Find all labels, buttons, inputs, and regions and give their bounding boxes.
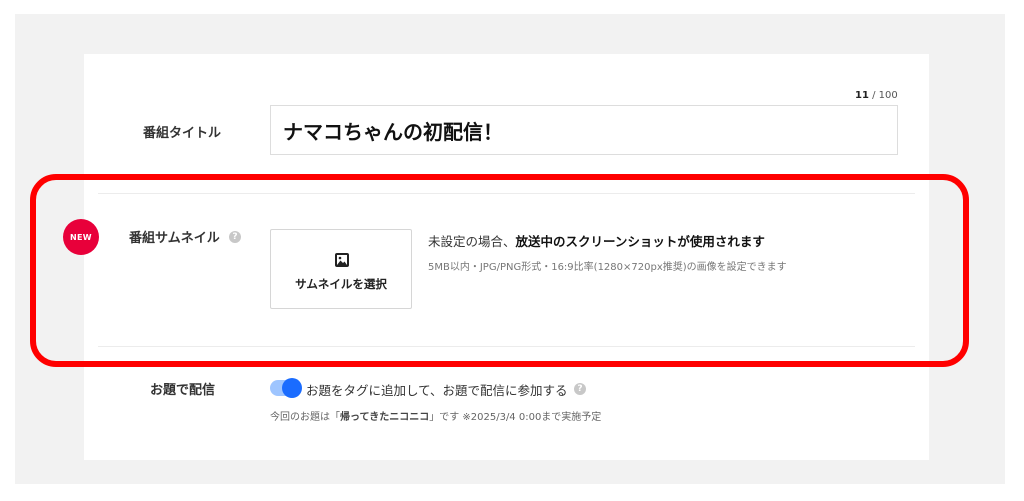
theme-note: 今回のお題は「帰ってきたニコニコ」です ※2025/3/4 0:00まで実施予定	[270, 408, 601, 423]
counter-separator: /	[868, 90, 879, 101]
note-theme-name: 帰ってきたニコニコ	[340, 412, 430, 423]
thumbnail-requirements: 5MB以内・JPG/PNG形式・16:9比率(1280×720px推奨)の画像を…	[428, 262, 787, 273]
program-title-input[interactable]	[270, 105, 898, 155]
program-title-label: 番組タイトル	[143, 126, 222, 141]
theme-toggle[interactable]	[270, 378, 302, 398]
toggle-knob	[282, 378, 302, 398]
title-char-counter: 11 / 100	[855, 90, 898, 101]
divider	[98, 193, 915, 194]
select-thumbnail-button[interactable]: サムネイルを選択	[270, 229, 412, 309]
select-thumbnail-label: サムネイルを選択	[295, 277, 387, 291]
desc-emphasis: 放送中のスクリーンショットが使用されます	[515, 234, 765, 249]
theme-toggle-label[interactable]: お題をタグに追加して、お題で配信に参加する	[306, 380, 568, 399]
thumbnail-description: 未設定の場合、放送中のスクリーンショットが使用されます	[428, 231, 765, 250]
counter-max: 100	[878, 90, 898, 101]
theme-label: お題で配信	[150, 383, 216, 398]
divider	[98, 346, 915, 347]
desc-prefix: 未設定の場合、	[428, 234, 516, 249]
help-icon[interactable]: ?	[574, 383, 586, 395]
thumbnail-label: 番組サムネイル	[129, 231, 220, 246]
note-suffix: 」です ※2025/3/4 0:00まで実施予定	[429, 412, 602, 423]
help-icon[interactable]: ?	[229, 231, 241, 243]
new-badge: NEW	[63, 219, 99, 255]
note-prefix: 今回のお題は「	[270, 412, 340, 423]
counter-current: 11	[855, 90, 869, 101]
image-icon	[334, 252, 350, 272]
